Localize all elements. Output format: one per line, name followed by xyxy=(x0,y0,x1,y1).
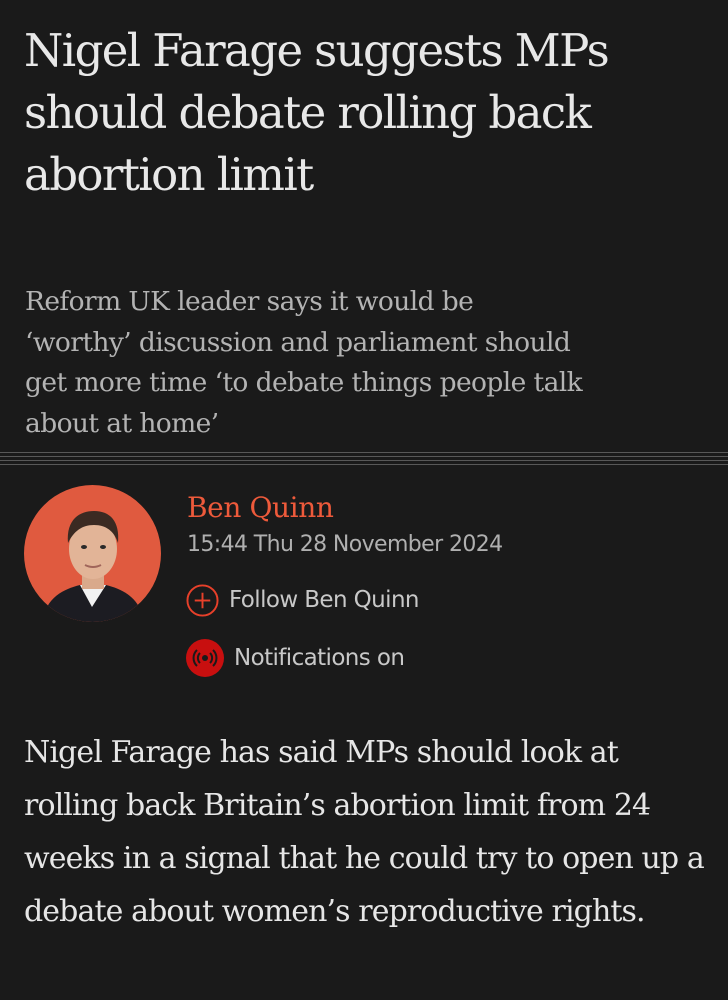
author-name-link[interactable]: Ben Quinn xyxy=(187,490,334,526)
notifications-label: Notifications on xyxy=(234,645,405,671)
plus-circle-icon xyxy=(186,583,219,617)
notifications-toggle[interactable]: Notifications on xyxy=(186,638,405,678)
author-avatar[interactable] xyxy=(24,485,161,622)
divider-line xyxy=(0,456,728,457)
follow-author-button[interactable]: Follow Ben Quinn xyxy=(186,580,420,620)
headline: Nigel Farage suggests MPs should debate … xyxy=(24,24,610,201)
divider-line xyxy=(0,464,728,465)
publish-timestamp: 15:44 Thu 28 November 2024 xyxy=(187,532,503,557)
divider-line xyxy=(0,460,728,461)
divider-line xyxy=(0,452,728,453)
notification-broadcast-icon xyxy=(186,639,224,677)
follow-author-label: Follow Ben Quinn xyxy=(229,587,420,613)
author-portrait-image xyxy=(42,511,144,622)
article-body-paragraph: Nigel Farage has said MPs should look at… xyxy=(24,735,705,929)
standfirst: Reform UK leader says it would be ‘worth… xyxy=(25,286,583,439)
